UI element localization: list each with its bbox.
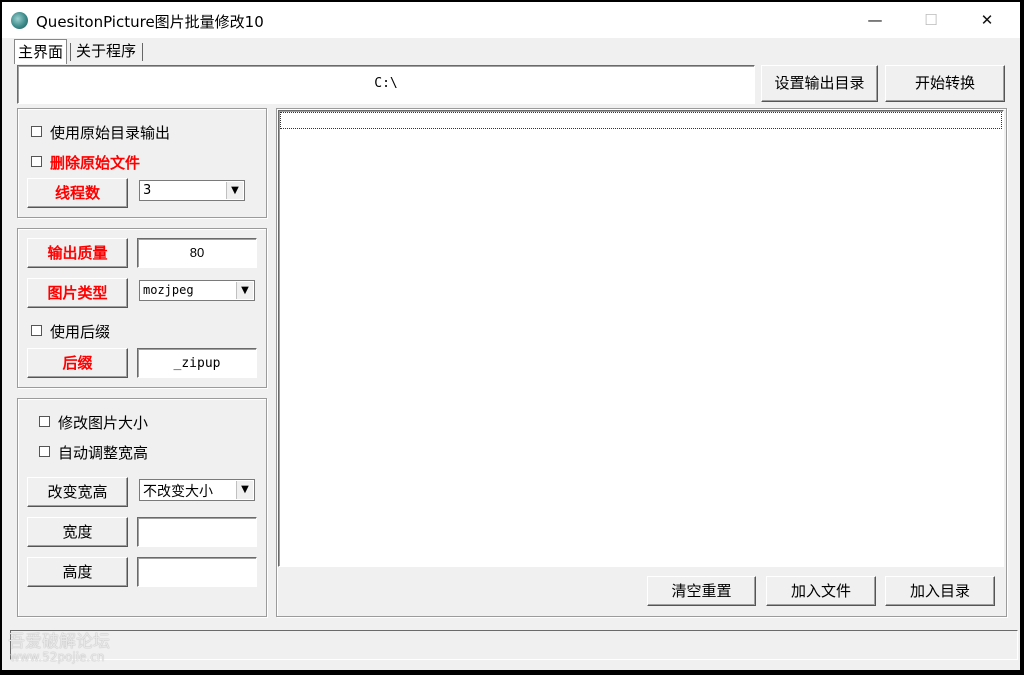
tab-separator	[70, 43, 71, 61]
image-type-button[interactable]: 图片类型	[27, 278, 128, 308]
quality-value: 80	[189, 245, 205, 260]
height-button[interactable]: 高度	[27, 557, 128, 587]
height-input[interactable]	[137, 557, 257, 587]
clear-reset-button[interactable]: 清空重置	[647, 576, 756, 606]
threads-button[interactable]: 线程数	[27, 178, 128, 208]
size-mode-value: 不改变大小	[143, 484, 213, 500]
add-directory-button[interactable]: 加入目录	[885, 576, 995, 606]
maximize-button[interactable]: ☐	[902, 2, 960, 38]
watermark-text: 吾爱破解论坛	[8, 632, 110, 652]
watermark-url: www.52pojie.cn	[10, 650, 105, 664]
use-suffix-checkbox[interactable]	[31, 325, 42, 336]
suffix-input[interactable]: _zipup	[137, 348, 257, 378]
dropdown-arrow-icon[interactable]: ▼	[226, 182, 243, 199]
add-file-button[interactable]: 加入文件	[766, 576, 876, 606]
delete-original-label: 删除原始文件	[50, 154, 141, 172]
minimize-button[interactable]: —	[846, 2, 904, 38]
dropdown-arrow-icon[interactable]: ▼	[236, 481, 253, 499]
use-original-dir-label: 使用原始目录输出	[50, 124, 171, 142]
delete-original-checkbox[interactable]	[31, 156, 42, 167]
app-window: QuesitonPicture图片批量修改10 — ☐ ✕ 主界面 关于程序 C…	[2, 2, 1020, 670]
tab-about[interactable]: 关于程序	[73, 39, 139, 63]
tab-main[interactable]: 主界面	[14, 39, 68, 64]
tab-separator	[142, 43, 143, 61]
window-title: QuesitonPicture图片批量修改10	[36, 13, 264, 31]
output-quality-button[interactable]: 输出质量	[27, 238, 128, 268]
output-path-value: C:\	[374, 76, 398, 91]
threads-value: 3	[143, 183, 152, 198]
output-path-field[interactable]: C:\	[17, 65, 755, 104]
auto-adjust-checkbox[interactable]	[39, 446, 50, 457]
resize-checkbox[interactable]	[39, 416, 50, 427]
status-bar	[10, 630, 1018, 660]
use-original-dir-checkbox[interactable]	[31, 126, 42, 137]
close-button[interactable]: ✕	[958, 2, 1016, 38]
size-mode-select[interactable]: 不改变大小 ▼	[139, 479, 255, 501]
dropdown-arrow-icon[interactable]: ▼	[236, 282, 253, 299]
suffix-value: _zipup	[173, 356, 221, 371]
image-type-select[interactable]: mozjpeg ▼	[139, 280, 255, 301]
change-size-button[interactable]: 改变宽高	[27, 477, 128, 507]
width-input[interactable]	[137, 517, 257, 547]
resize-label: 修改图片大小	[58, 414, 149, 432]
use-suffix-label: 使用后缀	[50, 323, 111, 341]
file-list-focus-row	[280, 112, 1002, 129]
file-list[interactable]	[278, 110, 1004, 567]
width-button[interactable]: 宽度	[27, 517, 128, 547]
threads-select[interactable]: 3 ▼	[139, 180, 245, 201]
auto-adjust-label: 自动调整宽高	[58, 444, 149, 462]
suffix-button[interactable]: 后缀	[27, 348, 128, 378]
set-output-dir-button[interactable]: 设置输出目录	[761, 65, 878, 102]
app-icon	[11, 12, 28, 29]
image-type-value: mozjpeg	[143, 283, 194, 297]
title-bar: QuesitonPicture图片批量修改10 — ☐ ✕	[2, 2, 1020, 38]
quality-input[interactable]: 80	[137, 238, 257, 268]
start-convert-button[interactable]: 开始转换	[885, 65, 1005, 102]
